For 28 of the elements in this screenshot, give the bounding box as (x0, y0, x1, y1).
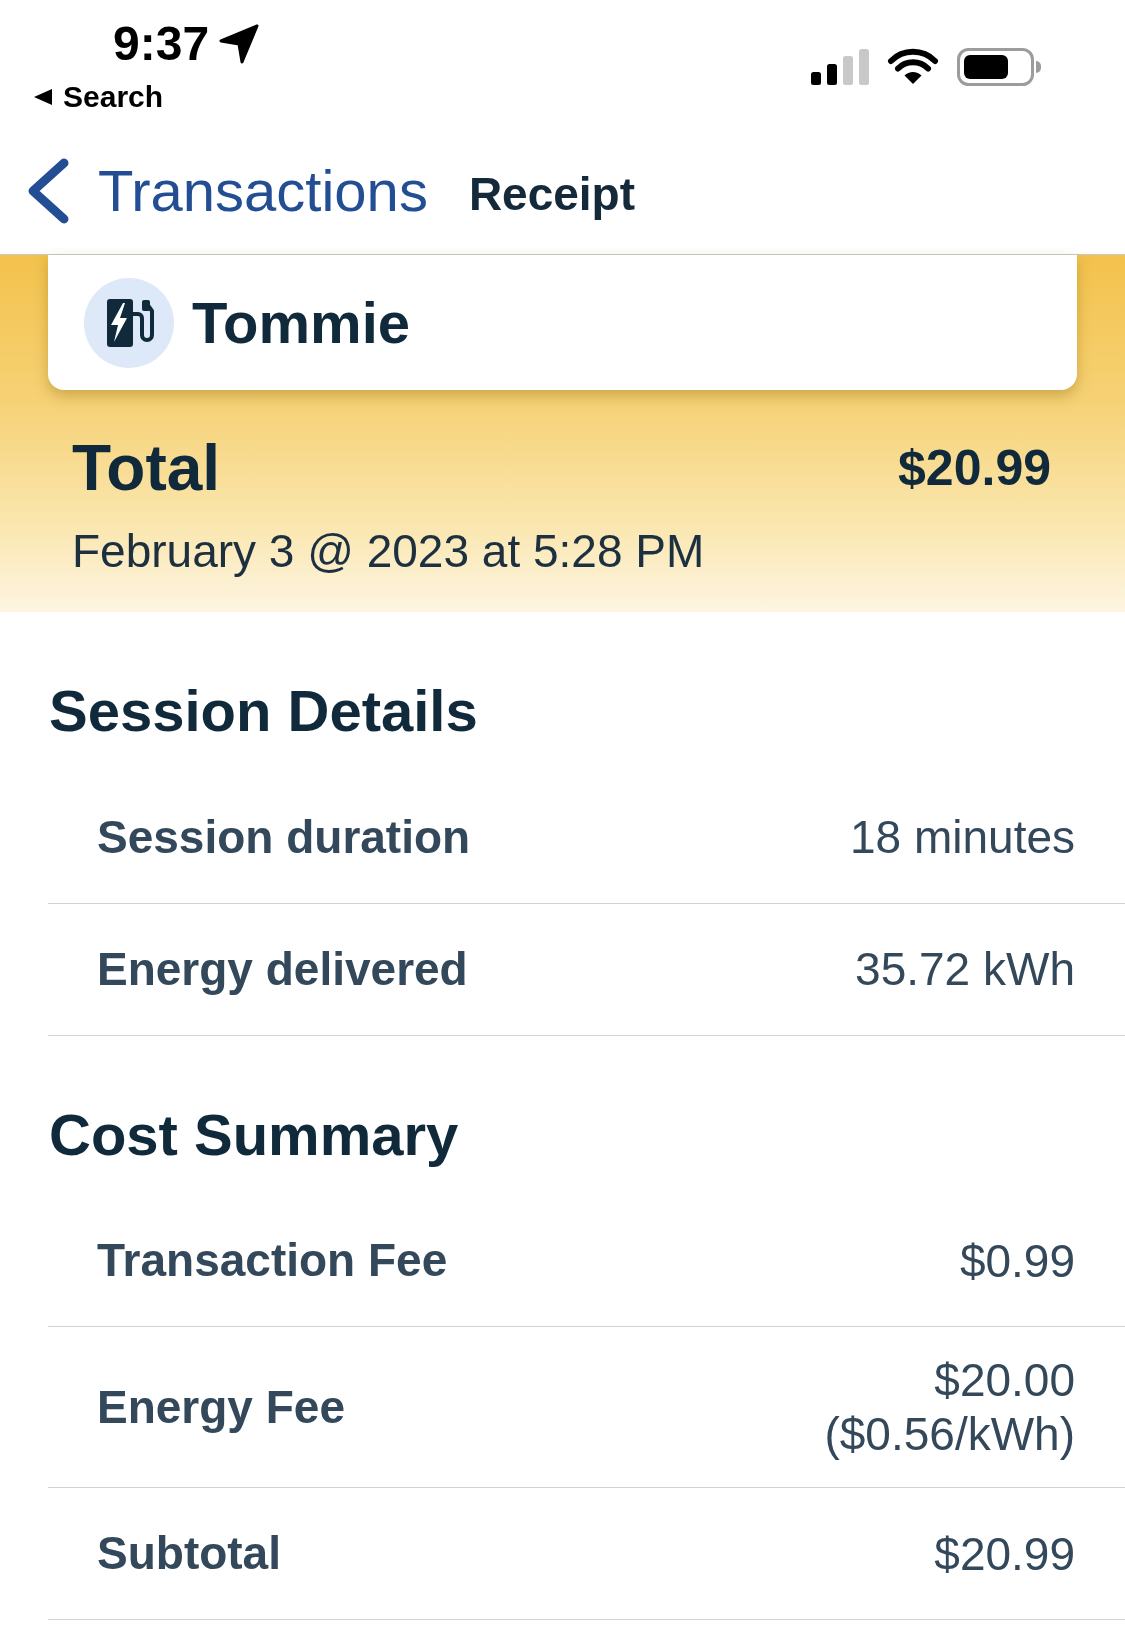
status-time: 9:37 (113, 20, 210, 68)
chevron-left-icon (27, 158, 70, 224)
total-label: Total (72, 431, 221, 506)
transaction-date: February 3 @ 2023 at 5:28 PM (71, 523, 706, 579)
row-value: $0.99 (959, 1233, 1075, 1288)
section-heading: Session Details (49, 677, 479, 745)
back-to-search-link[interactable]: Search (34, 80, 164, 113)
section-heading: Cost Summary (49, 1100, 460, 1169)
row-value: 35.72 kWh (855, 942, 1075, 997)
wifi-icon (887, 48, 939, 85)
row-label: Transaction Fee (97, 1233, 448, 1289)
total-amount: $20.99 (898, 439, 1051, 499)
battery-icon (957, 48, 1041, 86)
row-value: 18 minutes (850, 810, 1075, 865)
station-name: Tommie (192, 288, 411, 357)
rate-note: ($0.56/kWh) (824, 1407, 1075, 1462)
row-label: Energy Fee (97, 1379, 345, 1435)
page-title: Receipt (468, 166, 636, 222)
row-value: $20.99 (934, 1526, 1075, 1581)
location-arrow-icon (219, 24, 260, 64)
charger-icon (84, 277, 174, 368)
row-value: $20.00 (934, 1353, 1075, 1408)
signal-icon (811, 49, 869, 85)
back-triangle-icon (34, 88, 52, 105)
row-label: Energy delivered (97, 941, 468, 997)
back-button[interactable]: Transactions (27, 156, 428, 226)
row-label: Session duration (97, 809, 471, 865)
row-label: Subtotal (97, 1526, 281, 1582)
